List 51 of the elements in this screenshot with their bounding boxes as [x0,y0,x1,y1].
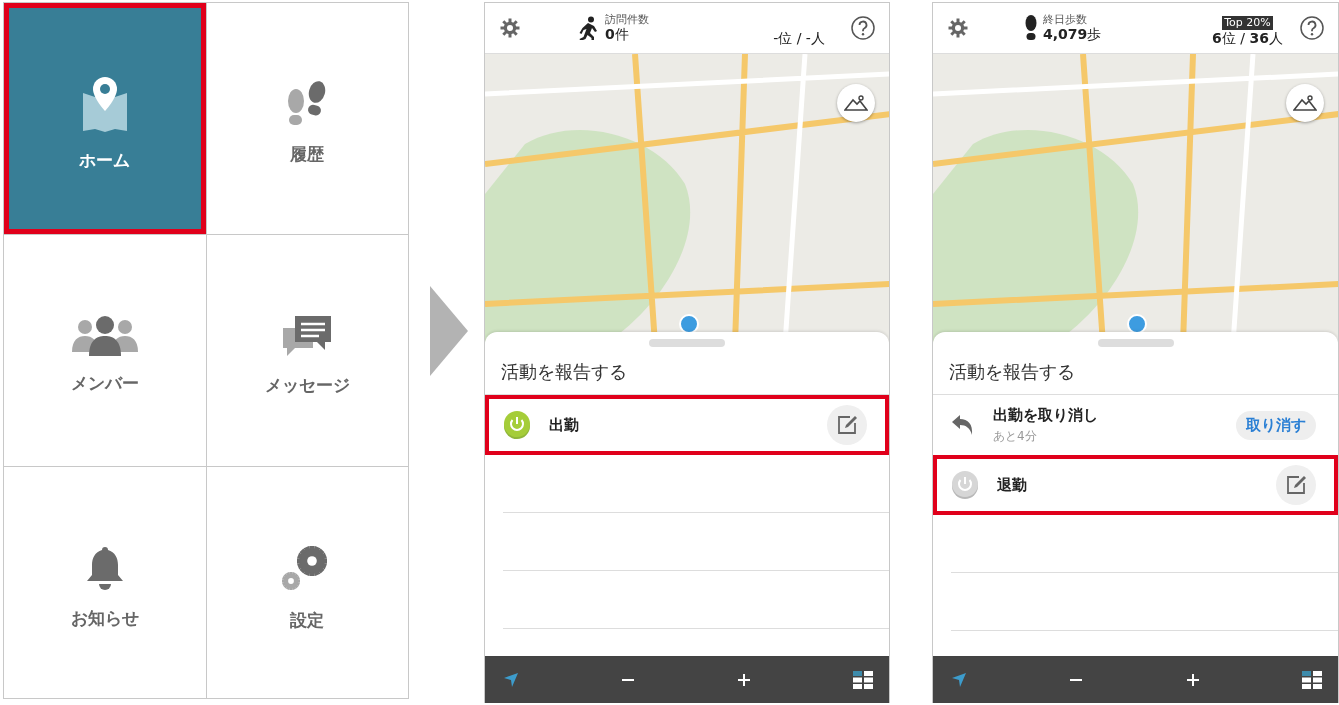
chat-icon [281,314,334,358]
location-arrow-icon[interactable] [503,672,519,688]
edit-icon [1285,474,1307,496]
menu-item[interactable]: メッセージ [206,235,408,466]
bell-icon [84,545,125,591]
rank-text: 6位 / 36人 [1212,30,1283,48]
footprint-icon [1025,15,1037,41]
activity-row[interactable]: 出勤 [485,395,889,455]
edit-button[interactable] [827,405,867,445]
arrow-right-icon [429,285,468,376]
sheet-title: 活動を報告する [933,347,1338,395]
row-label: 退勤 [997,475,1028,495]
cancel-button[interactable]: 取り消す [1236,410,1316,440]
menu-item[interactable]: 履歴 [206,3,408,234]
power-icon [951,470,979,500]
drag-handle[interactable] [1097,339,1174,347]
walking-person-icon [577,16,599,40]
rank-badge: Top 20% [1222,16,1273,30]
menu-item[interactable]: メンバー [4,235,206,466]
menu-item[interactable]: 設定 [206,467,408,698]
row-label: 出勤を取り消し [993,405,1099,425]
menu-item[interactable]: ホーム [4,3,206,234]
drag-handle[interactable] [649,339,725,347]
power-icon [503,410,531,440]
settings-icon[interactable] [947,17,969,39]
stat-value: 4,079歩 [1043,26,1102,43]
grid-icon[interactable] [853,671,873,689]
activity-row[interactable]: 出勤を取り消し あと4分 取り消す [933,395,1338,455]
edit-icon [836,414,858,436]
stat-label: 終日歩数 [1043,13,1088,27]
location-arrow-icon[interactable] [951,672,967,688]
hill-icon [844,95,868,111]
stat-value: 0件 [605,26,630,43]
menu-item[interactable]: お知らせ [4,467,206,698]
stat-label: 訪問件数 [605,13,649,27]
edit-button[interactable] [1276,465,1316,505]
settings-icon[interactable] [499,17,521,39]
people-icon [71,316,138,356]
zoom-in-icon[interactable] [1185,673,1200,687]
zoom-in-icon[interactable] [737,673,751,687]
undo-arrow-icon [951,414,975,436]
activity-row[interactable]: 退勤 [933,455,1338,515]
help-icon[interactable] [851,16,875,40]
map-pin-icon [80,75,129,133]
help-icon[interactable] [1300,16,1324,40]
grid-icon[interactable] [1302,671,1322,689]
row-label: 出勤 [549,415,580,435]
row-sublabel: あと4分 [993,427,1038,445]
rank-text: -位 / -人 [773,30,825,48]
sheet-title: 活動を報告する [485,347,889,395]
hill-icon [1293,95,1317,111]
